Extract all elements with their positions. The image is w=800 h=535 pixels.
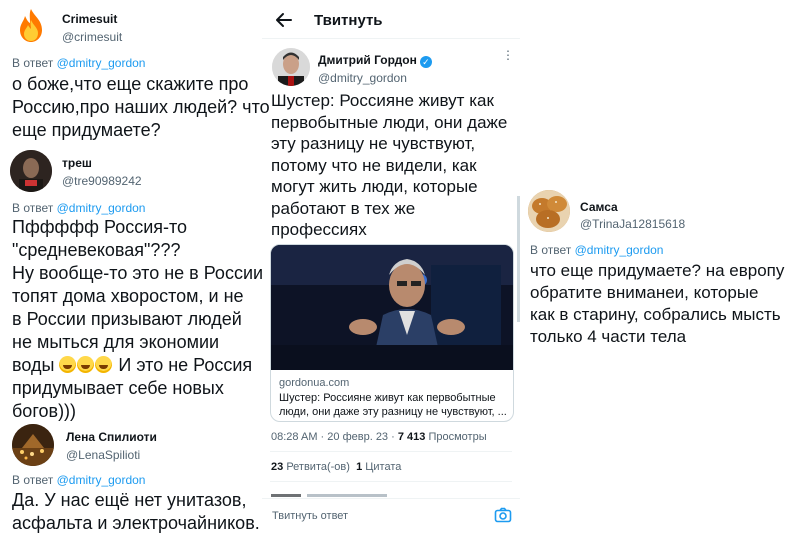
camera-icon	[494, 507, 512, 523]
author-name[interactable]: треш	[62, 156, 92, 170]
tweet-text-after-emoji: И это не Россия	[113, 355, 253, 375]
tweet-date[interactable]: 20 февр. 23	[327, 431, 388, 443]
retweets-label: Ретвита(-ов)	[286, 461, 350, 473]
avatar-gordon[interactable]	[272, 48, 310, 86]
more-options-icon[interactable]: ⋮	[502, 49, 514, 61]
link-card-title: Шустер: Россияне живут как первобытные л…	[279, 392, 507, 418]
laughing-emoji-icon	[77, 356, 95, 373]
author-handle[interactable]: @LenaSpilioti	[66, 448, 140, 462]
article-photo	[271, 245, 513, 370]
dot-separator: ·	[391, 431, 395, 443]
retweets-count: 23	[271, 461, 284, 473]
tweet-time[interactable]: 08:28 AM	[271, 431, 317, 443]
reply-bar: Твитнуть ответ	[262, 498, 520, 534]
author-name[interactable]: Crimesuit	[62, 12, 117, 26]
author-handle[interactable]: @TrinaJa12815618	[580, 217, 685, 231]
reply-mention-link[interactable]: @dmitry_gordon	[57, 473, 146, 487]
avatar-samsa[interactable]	[528, 190, 570, 232]
reply-prefix: В ответ	[12, 201, 57, 215]
laughing-emoji-icon	[95, 356, 113, 373]
right-accent-bar	[517, 196, 520, 322]
tweet-text: Пффффф Россия-то "средневековая"??? Ну в…	[12, 216, 274, 423]
stats-divider	[270, 481, 512, 482]
tweet-text: Шустер: Россияне живут как первобытные л…	[271, 91, 508, 261]
retweets-link[interactable]: 23 Ретвита(-ов)	[271, 461, 350, 473]
page-title: Твитнуть	[314, 12, 383, 29]
reply-to-line: В ответ @dmitry_gordon	[530, 243, 663, 257]
tweet-text: о боже,что еще скажите про Россию,про на…	[12, 74, 270, 140]
tweet-meta: 08:28 AM · 20 февр. 23 · 7 413 Просмотры	[271, 431, 487, 443]
quotes-label: Цитата	[365, 461, 402, 473]
person-photo-icon	[10, 150, 52, 192]
link-card-domain: gordonua.com	[279, 377, 350, 389]
reply-prefix: В ответ	[530, 243, 575, 257]
verified-badge-icon: ✓	[419, 56, 432, 68]
tweet-text-main: Пффффф Россия-то "средневековая"??? Ну в…	[12, 217, 264, 375]
reply-to-line: В ответ @dmitry_gordon	[12, 473, 145, 487]
camera-button[interactable]	[494, 507, 512, 523]
reply-input[interactable]: Твитнуть ответ	[272, 510, 348, 522]
author-name: Дмитрий Гордон ✓	[318, 53, 432, 68]
reply-to-line: В ответ @dmitry_gordon	[12, 56, 145, 70]
avatar-crimesuit[interactable]	[12, 6, 50, 44]
reply-prefix: В ответ	[12, 56, 57, 70]
arrow-left-icon	[276, 13, 292, 27]
author-name[interactable]: Самса	[580, 200, 618, 214]
author-name[interactable]: Лена Спилиоти	[66, 430, 157, 444]
night-city-photo-icon	[12, 424, 54, 466]
meta-divider	[270, 451, 512, 452]
dot-separator: ·	[320, 431, 325, 443]
views-label: Просмотры	[428, 431, 487, 443]
cut-off-row	[271, 490, 411, 498]
person-photo-icon	[272, 48, 310, 86]
author-handle[interactable]: @crimesuit	[62, 30, 122, 44]
engagement-stats: 23 Ретвита(-ов) 1 Цитата	[271, 461, 401, 473]
reply-mention-link[interactable]: @dmitry_gordon	[57, 56, 146, 70]
views-count: 7 413	[397, 431, 426, 443]
author-name-text[interactable]: Дмитрий Гордон	[318, 53, 417, 67]
reply-mention-link[interactable]: @dmitry_gordon	[57, 201, 146, 215]
back-button[interactable]	[274, 10, 294, 30]
tweet-text-tail: придумывает себе новых богов)))	[12, 378, 224, 421]
link-card[interactable]: gordonua.com Шустер: Россияне живут как …	[270, 244, 514, 422]
avatar-lena[interactable]	[12, 424, 54, 466]
author-handle[interactable]: @dmitry_gordon	[318, 71, 407, 85]
pastry-photo-icon	[528, 190, 570, 232]
avatar-tresh[interactable]	[10, 150, 52, 192]
tweet-text: что еще придумаете? на европу обратите в…	[530, 261, 785, 346]
author-handle[interactable]: @tre90989242	[62, 174, 142, 188]
laughing-emoji-icon	[59, 356, 77, 373]
reply-mention-link[interactable]: @dmitry_gordon	[575, 243, 664, 257]
fire-icon	[20, 9, 42, 42]
quotes-count: 1	[356, 461, 363, 473]
reply-prefix: В ответ	[12, 473, 57, 487]
tweet-text: Да. У нас ещё нет унитазов, асфальта и э…	[12, 490, 260, 533]
header-divider	[262, 38, 520, 39]
reply-to-line: В ответ @dmitry_gordon	[12, 201, 145, 215]
quotes-link[interactable]: 1 Цитата	[356, 461, 401, 473]
